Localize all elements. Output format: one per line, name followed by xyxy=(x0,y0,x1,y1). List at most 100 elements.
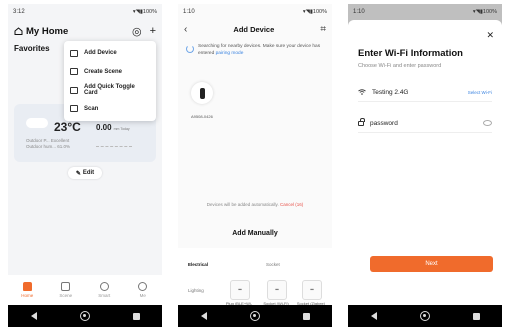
android-nav-bar xyxy=(348,305,502,327)
nav-home-button[interactable] xyxy=(245,311,265,321)
lock-icon xyxy=(358,117,365,126)
edit-label: Edit xyxy=(82,170,95,176)
tab-scene[interactable]: Scene xyxy=(51,282,81,298)
rainfall-value: 0.00 mm Today xyxy=(96,123,130,132)
select-wifi-link[interactable]: Select Wi-Fi xyxy=(468,90,492,95)
tab-me[interactable]: Me xyxy=(128,282,158,298)
nav-home-button[interactable] xyxy=(415,311,435,321)
edit-button[interactable]: ✎ Edit xyxy=(68,167,102,179)
add-device-icon xyxy=(70,49,78,57)
tab-smart[interactable]: Smart xyxy=(89,282,119,298)
modal-subtitle: Choose Wi-Fi and enter password xyxy=(358,63,442,69)
add-device-header: ‹ Add Device ⌗ xyxy=(178,20,332,38)
modal-title: Enter Wi-Fi Information xyxy=(358,48,463,59)
back-icon xyxy=(30,312,37,320)
tab-label: Smart xyxy=(98,293,111,298)
add-menu-popup: Add Device Create Scene Add Quick Toggle… xyxy=(64,41,156,121)
rainfall-amount: 0.00 xyxy=(96,123,112,132)
status-indicators: ▾◥▮100% xyxy=(132,9,157,15)
password-field[interactable]: password xyxy=(358,114,492,133)
status-time: 1:10 xyxy=(183,9,195,15)
back-icon xyxy=(200,312,207,320)
add-icon[interactable]: + xyxy=(150,25,156,38)
close-icon[interactable]: ✕ xyxy=(486,30,494,41)
phone-wifi-screen: 1:10 ▾◥▮100% ✕ Enter Wi-Fi Information C… xyxy=(348,4,502,327)
socket-header: Socket xyxy=(266,262,280,267)
menu-item-create-scene[interactable]: Create Scene xyxy=(64,63,156,82)
status-time: 3:12 xyxy=(13,9,25,15)
searching-spinner-icon xyxy=(186,45,194,53)
wifi-icon xyxy=(358,89,366,95)
tab-home[interactable]: Home xyxy=(12,282,42,298)
scan-frame-icon[interactable]: ⌗ xyxy=(320,24,326,35)
status-bar: 1:10 ▾◥▮100% xyxy=(178,4,332,20)
menu-item-scan[interactable]: Scan xyxy=(64,100,156,119)
divider xyxy=(96,146,132,148)
plug-ble-wifi-icon[interactable]: ▪▪ xyxy=(230,280,250,300)
page-title: Add Device xyxy=(233,24,275,34)
auto-add-note: Devices will be added automatically. Can… xyxy=(178,202,332,207)
search-status: Searching for nearby devices. Make sure … xyxy=(178,38,332,63)
auto-add-text: Devices will be added automatically. xyxy=(206,202,279,207)
nav-recents-button[interactable] xyxy=(466,312,486,320)
tab-label: Scene xyxy=(59,293,73,298)
category-panel: Electrical Lighting Socket ▪▪ Plug (BLE+… xyxy=(178,248,332,311)
tab-label: Me xyxy=(139,293,146,298)
nav-recents-button[interactable] xyxy=(126,312,146,320)
cancel-link[interactable]: Cancel (16) xyxy=(280,202,303,207)
pairing-mode-link[interactable]: pairing mode xyxy=(216,51,244,56)
me-icon xyxy=(138,282,148,291)
wifi-ssid-row[interactable]: Testing 2.4G Select Wi-Fi xyxy=(358,83,492,102)
status-bar: 1:10 ▾◥▮100% xyxy=(348,4,502,20)
found-device[interactable] xyxy=(191,82,213,104)
voice-assistant-icon[interactable]: ◎ xyxy=(132,25,142,38)
device-name: A9508-0426 xyxy=(191,114,213,119)
add-manually-heading: Add Manually xyxy=(232,230,278,237)
recents-icon xyxy=(132,312,140,320)
nav-back-button[interactable] xyxy=(364,312,384,320)
category-lighting[interactable]: Lighting xyxy=(188,288,204,293)
wifi-ssid: Testing 2.4G xyxy=(372,88,409,96)
rainfall-unit: mm Today xyxy=(113,127,130,131)
home-icon xyxy=(22,282,32,291)
bottom-tab-bar: Home Scene Smart Me xyxy=(8,275,162,305)
phone-add-device-screen: 1:10 ▾◥▮100% ‹ Add Device ⌗ Searching fo… xyxy=(178,4,332,327)
wifi-modal: ✕ Enter Wi-Fi Information Choose Wi-Fi a… xyxy=(348,20,502,305)
weather-temperature: 23°C xyxy=(54,120,81,134)
menu-item-add-device[interactable]: Add Device xyxy=(64,44,156,63)
android-nav-bar xyxy=(8,305,162,327)
category-electrical[interactable]: Electrical xyxy=(188,262,208,267)
menu-item-add-quick-toggle[interactable]: Add Quick Toggle Card xyxy=(64,81,156,100)
recents-icon xyxy=(302,312,310,320)
quick-toggle-icon xyxy=(70,86,78,94)
home-circle-icon xyxy=(249,311,260,321)
password-input[interactable]: password xyxy=(370,120,398,127)
nav-back-button[interactable] xyxy=(24,312,44,320)
socket-wifi-icon[interactable]: ▪▪ xyxy=(267,280,287,300)
status-indicators: ▾◥▮100% xyxy=(472,9,497,15)
nav-back-button[interactable] xyxy=(194,312,214,320)
tab-label: Home xyxy=(21,293,34,298)
cloud-icon xyxy=(26,118,48,128)
home-selector[interactable]: My Home xyxy=(14,26,68,37)
weather-details: Outdoor P... Excellent Outdoor hum... 61… xyxy=(26,138,70,150)
eye-icon[interactable] xyxy=(483,120,492,126)
scene-icon xyxy=(61,282,71,291)
home-header: My Home ◎ + xyxy=(8,20,162,42)
house-icon xyxy=(14,27,23,35)
socket-zigbee-icon[interactable]: ▪▪ xyxy=(302,280,322,300)
menu-label: Add Device xyxy=(84,50,117,57)
next-button[interactable]: Next xyxy=(370,256,493,272)
nav-home-button[interactable] xyxy=(75,311,95,321)
menu-label: Scan xyxy=(84,105,99,112)
recents-icon xyxy=(472,312,480,320)
android-nav-bar xyxy=(178,305,332,327)
scan-icon xyxy=(70,105,78,113)
outdoor-humidity: Outdoor hum... 61.0% xyxy=(26,144,71,149)
back-icon xyxy=(370,312,377,320)
home-circle-icon xyxy=(419,311,430,321)
menu-label: Create Scene xyxy=(84,68,123,75)
status-indicators: ▾◥▮100% xyxy=(302,9,327,15)
back-arrow-icon[interactable]: ‹ xyxy=(184,24,187,35)
nav-recents-button[interactable] xyxy=(296,312,316,320)
